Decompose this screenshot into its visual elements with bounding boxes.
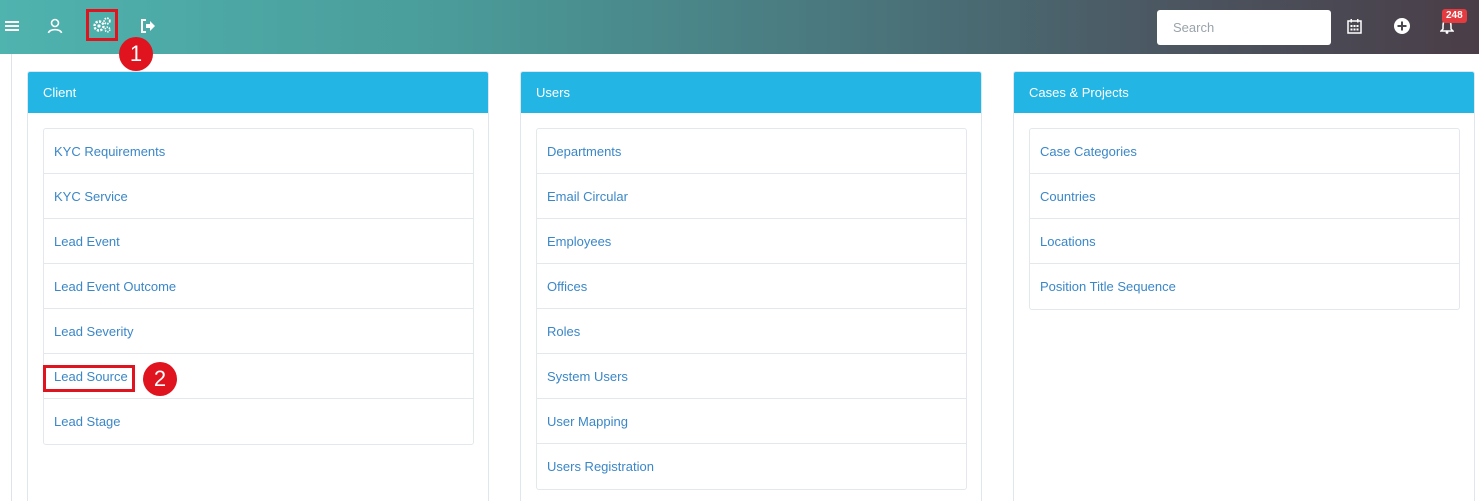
- left-sidebar-edge: [11, 54, 12, 501]
- lead-event-link[interactable]: Lead Event: [54, 234, 120, 249]
- list-item[interactable]: Departments: [537, 129, 966, 174]
- offices-link[interactable]: Offices: [547, 279, 587, 294]
- step-marker-2: 2: [143, 362, 177, 396]
- list-item[interactable]: Lead Event: [44, 219, 473, 264]
- list-item[interactable]: KYC Requirements: [44, 129, 473, 174]
- cases-projects-settings-list: Case Categories Countries Locations Posi…: [1029, 128, 1460, 310]
- settings-gears-icon[interactable]: [86, 9, 118, 41]
- lead-source-highlight: [43, 365, 135, 392]
- list-item[interactable]: Employees: [537, 219, 966, 264]
- countries-link[interactable]: Countries: [1040, 189, 1096, 204]
- user-profile-icon[interactable]: [41, 12, 69, 40]
- list-item[interactable]: Position Title Sequence: [1030, 264, 1459, 309]
- client-panel-title: Client: [28, 72, 488, 113]
- lead-stage-link[interactable]: Lead Stage: [54, 414, 121, 429]
- list-item[interactable]: Lead Event Outcome: [44, 264, 473, 309]
- case-categories-link[interactable]: Case Categories: [1040, 144, 1137, 159]
- list-item[interactable]: Lead Stage: [44, 399, 473, 444]
- email-circular-link[interactable]: Email Circular: [547, 189, 628, 204]
- list-item[interactable]: Email Circular: [537, 174, 966, 219]
- employees-link[interactable]: Employees: [547, 234, 611, 249]
- users-panel-title: Users: [521, 72, 981, 113]
- logout-icon[interactable]: [134, 12, 162, 40]
- list-item[interactable]: KYC Service: [44, 174, 473, 219]
- user-mapping-link[interactable]: User Mapping: [547, 414, 628, 429]
- list-item[interactable]: Locations: [1030, 219, 1459, 264]
- users-settings-list: Departments Email Circular Employees Off…: [536, 128, 967, 490]
- client-settings-list: KYC Requirements KYC Service Lead Event …: [43, 128, 474, 445]
- kyc-service-link[interactable]: KYC Service: [54, 189, 128, 204]
- users-panel: Users Departments Email Circular Employe…: [520, 71, 982, 501]
- calendar-icon[interactable]: [1340, 12, 1368, 40]
- departments-link[interactable]: Departments: [547, 144, 621, 159]
- list-item[interactable]: User Mapping: [537, 399, 966, 444]
- cases-projects-panel-title: Cases & Projects: [1014, 72, 1474, 113]
- notification-count-badge: 248: [1442, 9, 1467, 23]
- cases-projects-panel: Cases & Projects Case Categories Countri…: [1013, 71, 1475, 501]
- position-title-sequence-link[interactable]: Position Title Sequence: [1040, 279, 1176, 294]
- client-panel: Client KYC Requirements KYC Service Lead…: [27, 71, 489, 501]
- search-input[interactable]: [1157, 10, 1331, 45]
- system-users-link[interactable]: System Users: [547, 369, 628, 384]
- lead-severity-link[interactable]: Lead Severity: [54, 324, 134, 339]
- top-navigation-bar: 248: [0, 0, 1479, 54]
- list-item[interactable]: Users Registration: [537, 444, 966, 489]
- list-item[interactable]: Offices: [537, 264, 966, 309]
- users-registration-link[interactable]: Users Registration: [547, 459, 654, 474]
- list-item[interactable]: Countries: [1030, 174, 1459, 219]
- list-item[interactable]: Roles: [537, 309, 966, 354]
- kyc-requirements-link[interactable]: KYC Requirements: [54, 144, 165, 159]
- list-item[interactable]: Lead Severity: [44, 309, 473, 354]
- roles-link[interactable]: Roles: [547, 324, 580, 339]
- locations-link[interactable]: Locations: [1040, 234, 1096, 249]
- lead-event-outcome-link[interactable]: Lead Event Outcome: [54, 279, 176, 294]
- add-circle-icon[interactable]: [1388, 12, 1416, 40]
- list-item[interactable]: System Users: [537, 354, 966, 399]
- step-marker-1: 1: [119, 37, 153, 71]
- hamburger-menu-icon[interactable]: [0, 12, 24, 40]
- list-item[interactable]: Case Categories: [1030, 129, 1459, 174]
